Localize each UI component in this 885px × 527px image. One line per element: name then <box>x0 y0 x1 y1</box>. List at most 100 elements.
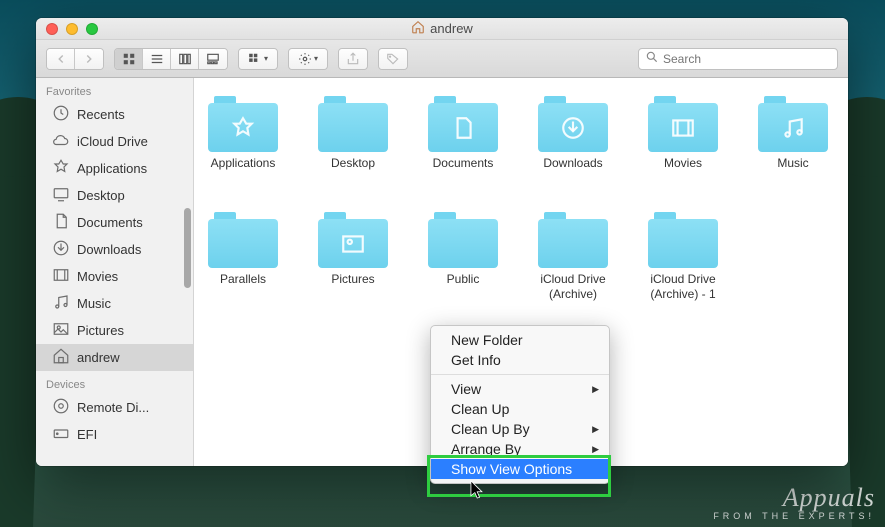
home-icon <box>411 20 425 37</box>
menu-item-show-view-options[interactable]: Show View Options <box>431 459 609 479</box>
sidebar-item-remote-di-[interactable]: Remote Di... <box>36 394 193 421</box>
sidebar-item-label: Remote Di... <box>77 400 149 415</box>
menu-item-clean-up[interactable]: Clean Up <box>431 399 609 419</box>
folder-label: Parallels <box>220 272 266 286</box>
cloud-icon <box>52 131 70 152</box>
menu-item-label: Arrange By <box>451 441 521 457</box>
menu-item-label: New Folder <box>451 332 523 348</box>
folder-label: iCloud Drive (Archive) - 1 <box>644 272 722 301</box>
close-button[interactable] <box>46 23 58 35</box>
menu-item-label: Get Info <box>451 352 501 368</box>
menu-item-view[interactable]: View ▶ <box>431 379 609 399</box>
submenu-arrow-icon: ▶ <box>592 384 599 395</box>
drive-icon <box>52 424 70 445</box>
folder-icon <box>428 212 498 268</box>
folder-documents[interactable]: Documents <box>424 96 502 170</box>
sidebar-item-music[interactable]: Music <box>36 290 193 317</box>
share-button[interactable] <box>338 48 368 70</box>
sidebar-item-desktop[interactable]: Desktop <box>36 182 193 209</box>
sidebar-section-devices: Devices <box>36 371 193 394</box>
folder-icloud-drive-archive-[interactable]: iCloud Drive (Archive) <box>534 212 612 301</box>
menu-item-get-info[interactable]: Get Info <box>431 350 609 370</box>
toolbar: ▾ ▾ <box>36 40 848 78</box>
menu-item-arrange-by[interactable]: Arrange By ▶ <box>431 439 609 459</box>
folder-icloud-drive-archive-1[interactable]: iCloud Drive (Archive) - 1 <box>644 212 722 301</box>
folder-public[interactable]: Public <box>424 212 502 301</box>
view-buttons <box>114 48 228 70</box>
folder-icon <box>538 96 608 152</box>
sidebar-item-andrew[interactable]: andrew <box>36 344 193 371</box>
disc-icon <box>52 397 70 418</box>
list-view-button[interactable] <box>143 49 171 69</box>
sidebar: Favorites Recents iCloud Drive Application… <box>36 78 194 466</box>
folder-parallels[interactable]: Parallels <box>204 212 282 301</box>
folder-label: Pictures <box>331 272 374 286</box>
search-field[interactable] <box>638 48 838 70</box>
sidebar-item-label: Recents <box>77 107 125 122</box>
sidebar-item-label: Movies <box>77 269 118 284</box>
back-button[interactable] <box>47 49 75 69</box>
sidebar-item-label: Pictures <box>77 323 124 338</box>
gallery-view-button[interactable] <box>199 49 227 69</box>
folder-icon <box>648 212 718 268</box>
menu-item-label: Show View Options <box>451 461 572 477</box>
menu-item-label: Clean Up By <box>451 421 530 437</box>
folder-icon <box>318 212 388 268</box>
sidebar-item-applications[interactable]: Applications <box>36 155 193 182</box>
folder-icon <box>208 212 278 268</box>
menu-item-clean-up-by[interactable]: Clean Up By▶ <box>431 419 609 439</box>
folder-movies[interactable]: Movies <box>644 96 722 170</box>
sidebar-item-label: Music <box>77 296 111 311</box>
sidebar-item-label: Applications <box>77 161 147 176</box>
download-icon <box>52 239 70 260</box>
folder-applications[interactable]: Applications <box>204 96 282 170</box>
folder-desktop[interactable]: Desktop <box>314 96 392 170</box>
picture-icon <box>52 320 70 341</box>
menu-item-new-folder[interactable]: New Folder <box>431 330 609 350</box>
folder-pictures[interactable]: Pictures <box>314 212 392 301</box>
folder-music[interactable]: Music <box>754 96 832 170</box>
folder-label: Movies <box>664 156 702 170</box>
sidebar-item-pictures[interactable]: Pictures <box>36 317 193 344</box>
music-icon <box>52 293 70 314</box>
search-icon <box>645 50 659 67</box>
folder-label: Documents <box>433 156 494 170</box>
zoom-button[interactable] <box>86 23 98 35</box>
titlebar[interactable]: andrew <box>36 18 848 40</box>
sidebar-item-movies[interactable]: Movies <box>36 263 193 290</box>
watermark: Appuals FROM THE EXPERTS! <box>713 483 875 521</box>
context-menu: New Folder Get Info View ▶ Clean Up Clean Up … <box>430 325 610 484</box>
menu-separator <box>431 374 609 375</box>
sidebar-item-label: Desktop <box>77 188 125 203</box>
folder-label: Downloads <box>543 156 602 170</box>
sidebar-item-label: andrew <box>77 350 120 365</box>
folder-icon <box>428 96 498 152</box>
menu-item-label: Clean Up <box>451 401 509 417</box>
folder-label: iCloud Drive (Archive) <box>534 272 612 301</box>
movie-icon <box>52 266 70 287</box>
scrollbar[interactable] <box>184 208 191 288</box>
sidebar-item-recents[interactable]: Recents <box>36 101 193 128</box>
column-view-button[interactable] <box>171 49 199 69</box>
window-title: andrew <box>430 21 473 36</box>
sidebar-item-icloud-drive[interactable]: iCloud Drive <box>36 128 193 155</box>
sidebar-item-efi[interactable]: EFI <box>36 421 193 448</box>
menu-item-label: View <box>451 381 481 397</box>
clock-icon <box>52 104 70 125</box>
grouping-dropdown[interactable]: ▾ <box>238 48 278 70</box>
sidebar-item-documents[interactable]: Documents <box>36 209 193 236</box>
search-input[interactable] <box>663 52 831 66</box>
folder-label: Desktop <box>331 156 375 170</box>
action-dropdown[interactable]: ▾ <box>288 48 328 70</box>
submenu-arrow-icon: ▶ <box>592 444 599 455</box>
tags-button[interactable] <box>378 48 408 70</box>
icon-view-button[interactable] <box>115 49 143 69</box>
forward-button[interactable] <box>75 49 103 69</box>
sidebar-section-favorites: Favorites <box>36 78 193 101</box>
folder-icon <box>648 96 718 152</box>
sidebar-item-downloads[interactable]: Downloads <box>36 236 193 263</box>
home-icon <box>52 347 70 368</box>
folder-downloads[interactable]: Downloads <box>534 96 612 170</box>
minimize-button[interactable] <box>66 23 78 35</box>
sidebar-item-label: EFI <box>77 427 97 442</box>
